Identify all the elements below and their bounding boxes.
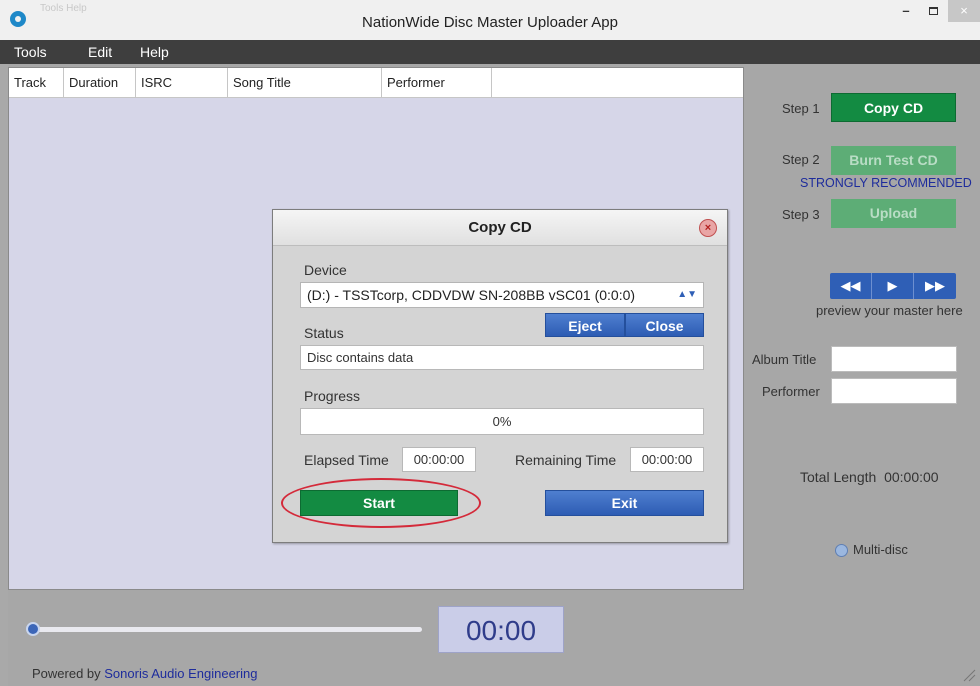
preview-caption: preview your master here — [816, 303, 963, 318]
close-tray-button[interactable]: Close — [625, 313, 704, 337]
column-isrc[interactable]: ISRC — [136, 68, 228, 98]
preview-transport: ◀◀ ▶ ▶▶ — [830, 273, 956, 299]
step-3-label: Step 3 — [782, 207, 820, 222]
remaining-time-label: Remaining Time — [515, 452, 617, 468]
strongly-recommended-text: STRONGLY RECOMMENDED — [800, 176, 972, 190]
performer-label: Performer — [762, 384, 820, 399]
column-duration[interactable]: Duration — [64, 68, 136, 98]
device-select-value: (D:) - TSSTcorp, CDDVDW SN-208BB vSC01 (… — [307, 287, 636, 303]
step-1-label: Step 1 — [782, 101, 820, 116]
window-title: NationWide Disc Master Uploader App — [362, 14, 618, 31]
playback-slider-knob[interactable] — [26, 622, 40, 636]
elapsed-time-label: Elapsed Time — [304, 452, 389, 468]
total-length-label: Total Length — [800, 469, 877, 485]
album-title-label: Album Title — [752, 352, 817, 367]
play-button[interactable]: ▶ — [872, 273, 914, 299]
upload-button[interactable]: Upload — [831, 199, 956, 228]
resize-grip-icon[interactable] — [962, 668, 976, 682]
annotation-highlight-ring — [281, 478, 481, 528]
multi-disc-label: Multi-disc — [853, 542, 908, 557]
window-titlebar: Tools Help NationWide Disc Master Upload… — [0, 0, 980, 40]
track-list-header: Track Duration ISRC Song Title Performer — [9, 68, 743, 98]
remaining-time-field: 00:00:00 — [630, 447, 704, 472]
column-song-title[interactable]: Song Title — [228, 68, 382, 98]
status-field: Disc contains data — [300, 345, 704, 370]
maximize-button[interactable] — [920, 0, 946, 22]
menu-edit[interactable]: Edit — [88, 44, 112, 60]
faint-background-title: Tools Help — [40, 3, 87, 14]
total-length-value: 00:00:00 — [884, 469, 939, 485]
menu-tools[interactable]: Tools — [14, 44, 47, 60]
forward-button[interactable]: ▶▶ — [914, 273, 956, 299]
maximize-icon — [928, 7, 938, 15]
playback-slider-track[interactable] — [32, 627, 422, 632]
step-2-label: Step 2 — [782, 152, 820, 167]
time-display: 00:00 — [438, 606, 564, 653]
dialog-close-icon[interactable]: × — [699, 219, 717, 237]
select-arrows-icon: ▲▼ — [677, 289, 697, 300]
total-length: Total Length 00:00:00 — [800, 469, 939, 485]
menu-bar: Tools Edit Help — [0, 40, 980, 64]
menu-help[interactable]: Help — [140, 44, 169, 60]
column-performer[interactable]: Performer — [382, 68, 492, 98]
device-select[interactable]: (D:) - TSSTcorp, CDDVDW SN-208BB vSC01 (… — [300, 282, 704, 308]
copy-cd-button[interactable]: Copy CD — [831, 93, 956, 122]
eject-button[interactable]: Eject — [545, 313, 625, 337]
copy-cd-dialog: Copy CD × Device (D:) - TSSTcorp, CDDVDW… — [272, 209, 728, 543]
powered-by-prefix: Powered by — [32, 666, 105, 681]
window-close-button[interactable]: × — [948, 0, 980, 22]
sonoris-link[interactable]: Sonoris Audio Engineering — [104, 666, 257, 681]
minimize-button[interactable]: – — [892, 0, 920, 22]
elapsed-time-field: 00:00:00 — [402, 447, 476, 472]
rewind-button[interactable]: ◀◀ — [830, 273, 872, 299]
album-title-input[interactable] — [831, 346, 957, 372]
exit-button[interactable]: Exit — [545, 490, 704, 516]
powered-by: Powered by Sonoris Audio Engineering — [32, 666, 258, 681]
device-label: Device — [304, 262, 347, 278]
status-label: Status — [304, 325, 344, 341]
burn-test-cd-button[interactable]: Burn Test CD — [831, 146, 956, 175]
column-track[interactable]: Track — [9, 68, 64, 98]
multi-disc-radio[interactable] — [835, 544, 848, 557]
dialog-titlebar: Copy CD × — [273, 210, 727, 246]
performer-input[interactable] — [831, 378, 957, 404]
progress-bar: 0% — [300, 408, 704, 435]
dialog-title: Copy CD — [468, 219, 532, 236]
progress-label: Progress — [304, 388, 361, 404]
